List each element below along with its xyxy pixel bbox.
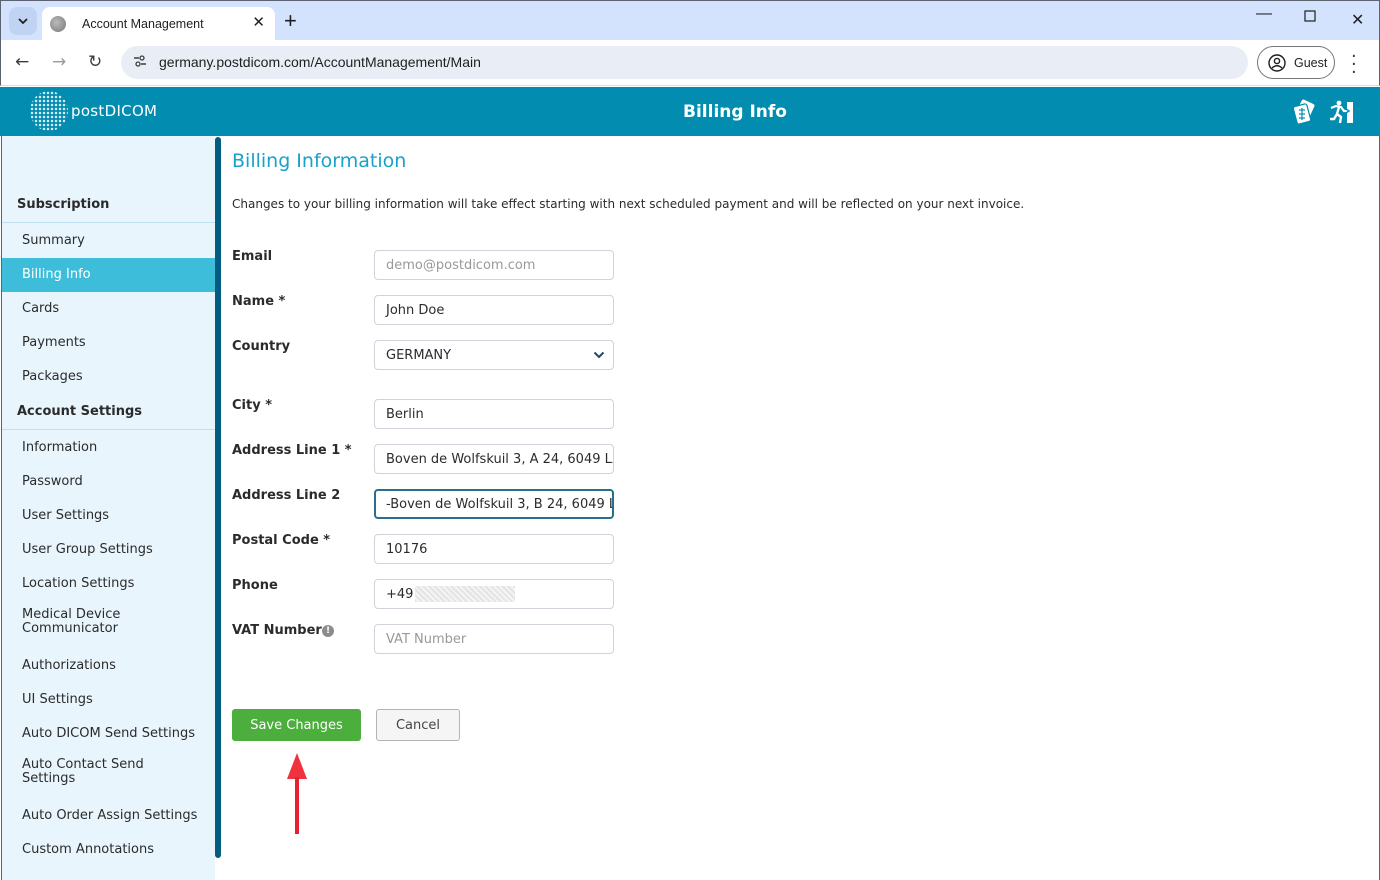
back-button[interactable]: ←: [15, 52, 29, 72]
maximize-icon: [1304, 10, 1316, 22]
email-label: Email: [232, 249, 273, 264]
save-changes-button[interactable]: Save Changes: [232, 709, 361, 741]
sidebar-item-billing-info[interactable]: Billing Info: [2, 258, 215, 292]
city-field[interactable]: Berlin: [374, 399, 614, 429]
chevron-down-icon: [18, 18, 28, 25]
sidebar-section-subscription: Subscription: [17, 197, 110, 212]
vat-number-field[interactable]: VAT Number: [374, 624, 614, 654]
sidebar-item-authorizations[interactable]: Authorizations: [2, 649, 215, 683]
sidebar-item-cards[interactable]: Cards: [2, 292, 215, 326]
sidebar-item-user-settings[interactable]: User Settings: [2, 499, 215, 533]
reload-button[interactable]: ↻: [88, 52, 102, 72]
tab-title: Account Management: [82, 17, 204, 31]
sidebar-item-auto-dicom-send-settings[interactable]: Auto DICOM Send Settings: [2, 717, 215, 751]
sidebar-item-information[interactable]: Information: [2, 431, 215, 465]
sidebar-item-packages[interactable]: Packages: [2, 360, 215, 394]
city-value: Berlin: [386, 406, 424, 422]
city-label: City *: [232, 398, 273, 413]
forward-button[interactable]: →: [52, 52, 66, 72]
tab-close-icon[interactable]: ✕: [252, 13, 265, 31]
sidebar-item-ui-settings[interactable]: UI Settings: [2, 683, 215, 717]
profile-icon: [1268, 53, 1286, 72]
sidebar-item-summary[interactable]: Summary: [2, 224, 215, 258]
profile-label: Guest: [1294, 55, 1328, 70]
phone-field[interactable]: +49: [374, 579, 614, 609]
sidebar-item-auto-contact-send-settings[interactable]: Auto Contact Send Settings: [2, 751, 152, 793]
profile-button[interactable]: Guest: [1257, 46, 1335, 79]
browser-toolbar: ← → ↻ germany.postdicom.com/AccountManag…: [0, 40, 1380, 86]
address-line-1-label: Address Line 1 *: [232, 443, 352, 458]
tab-search-button[interactable]: [9, 7, 37, 35]
country-value: GERMANY: [386, 347, 452, 363]
billing-cards-icon[interactable]: [1292, 99, 1318, 125]
postal-code-label: Postal Code *: [232, 533, 331, 548]
url-text: germany.postdicom.com/AccountManagement/…: [159, 54, 481, 70]
phone-value: +49: [386, 586, 414, 602]
country-select[interactable]: GERMANY: [374, 340, 614, 370]
site-settings-icon: [134, 55, 146, 67]
favicon-icon: [50, 16, 66, 32]
sidebar-item-custom-annotations[interactable]: Custom Annotations: [2, 833, 215, 867]
billing-intro-text: Changes to your billing information will…: [232, 197, 1025, 211]
country-label: Country: [232, 339, 291, 354]
name-field[interactable]: John Doe: [374, 295, 614, 325]
minimize-button[interactable]: —: [1256, 5, 1272, 23]
vat-number-placeholder: VAT Number: [386, 631, 467, 647]
browser-menu-icon[interactable]: · · ·: [1351, 48, 1357, 82]
sidebar-item-medical-device-communicator[interactable]: Medical Device Communicator: [2, 601, 142, 643]
sidebar-section-account-settings: Account Settings: [17, 404, 143, 419]
sidebar-item-user-group-settings[interactable]: User Group Settings: [2, 533, 215, 567]
vat-number-label: VAT Number: [232, 623, 322, 638]
postal-code-value: 10176: [386, 541, 428, 557]
address-line-1-value: Boven de Wolfskuil 3, A 24, 6049 LX: [386, 451, 614, 467]
page-title: Billing Information: [232, 150, 407, 172]
sidebar-item-payments[interactable]: Payments: [2, 326, 215, 360]
exit-icon[interactable]: [1328, 99, 1354, 125]
address-bar[interactable]: germany.postdicom.com/AccountManagement/…: [121, 46, 1248, 79]
sidebar-item-password[interactable]: Password: [2, 465, 215, 499]
close-window-button[interactable]: ✕: [1351, 10, 1364, 30]
address-line-1-field[interactable]: Boven de Wolfskuil 3, A 24, 6049 LX: [374, 444, 614, 474]
info-icon[interactable]: !: [322, 625, 334, 637]
name-value: John Doe: [386, 302, 445, 318]
sidebar-item-auto-order-assign-settings[interactable]: Auto Order Assign Settings: [2, 799, 215, 833]
billing-form-panel: Billing Information Changes to your bill…: [221, 136, 1380, 880]
browser-tab[interactable]: Account Management ✕: [42, 7, 275, 41]
redacted-phone-number: [415, 586, 516, 602]
email-field: demo@postdicom.com: [374, 250, 614, 280]
address-line-2-value: -Boven de Wolfskuil 3, B 24, 6049 LX: [386, 496, 614, 512]
new-tab-button[interactable]: +: [284, 7, 297, 35]
name-label: Name *: [232, 294, 286, 309]
sidebar-item-location-settings[interactable]: Location Settings: [2, 567, 215, 601]
app-header: postDICOM Billing Info: [0, 87, 1380, 136]
section-divider: [2, 429, 215, 430]
chevron-down-icon: [593, 351, 605, 359]
email-value: demo@postdicom.com: [386, 257, 536, 273]
postal-code-field[interactable]: 10176: [374, 534, 614, 564]
maximize-button[interactable]: [1304, 9, 1316, 27]
address-line-2-label: Address Line 2: [232, 488, 341, 503]
cancel-button[interactable]: Cancel: [376, 709, 460, 741]
section-divider: [2, 222, 215, 223]
annotation-arrow-icon: [287, 753, 307, 834]
sidebar: Subscription Summary Billing Info Cards …: [1, 136, 215, 880]
page-header-title: Billing Info: [683, 102, 787, 122]
browser-tabstrip: Account Management ✕ + — ✕: [0, 0, 1380, 41]
phone-label: Phone: [232, 578, 278, 593]
address-line-2-field[interactable]: -Boven de Wolfskuil 3, B 24, 6049 LX: [374, 489, 614, 519]
